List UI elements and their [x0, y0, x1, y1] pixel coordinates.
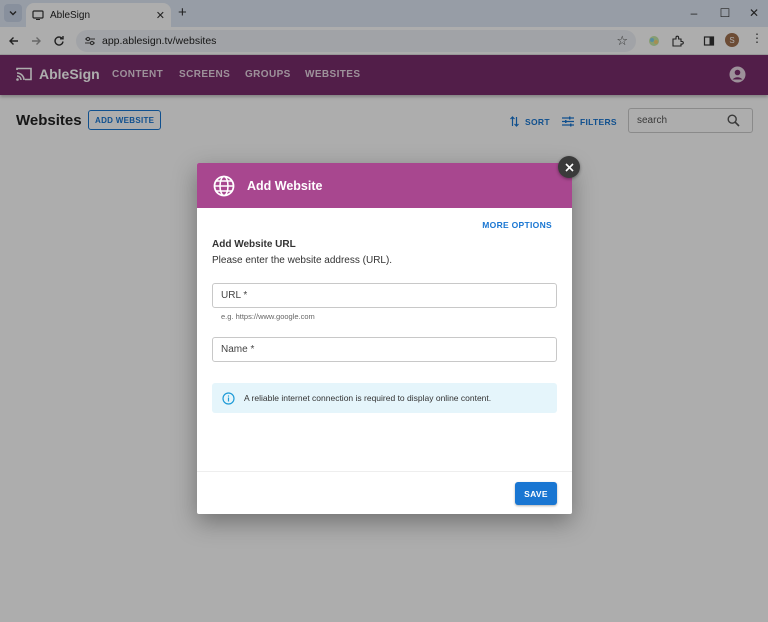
add-website-dialog: Add Website MORE OPTIONS Add Website URL… [197, 163, 572, 514]
more-options-button[interactable]: MORE OPTIONS [482, 220, 552, 230]
dialog-close-button[interactable] [558, 156, 580, 178]
dialog-title: Add Website [247, 178, 323, 193]
dialog-footer: SAVE [197, 471, 572, 514]
info-icon [222, 391, 235, 405]
info-text: A reliable internet connection is requir… [244, 393, 492, 403]
url-helper-text: e.g. https://www.google.com [221, 312, 315, 321]
name-field-label: Name * [221, 344, 255, 355]
url-field[interactable]: URL * [212, 283, 557, 308]
globe-icon [212, 174, 236, 198]
section-description: Please enter the website address (URL). [212, 255, 393, 266]
url-field-label: URL * [221, 290, 248, 301]
save-button[interactable]: SAVE [515, 482, 557, 505]
name-field[interactable]: Name * [212, 337, 557, 362]
close-icon [564, 162, 574, 172]
dialog-header: Add Website [197, 163, 572, 208]
section-title: Add Website URL [212, 239, 296, 250]
info-alert: A reliable internet connection is requir… [212, 383, 557, 413]
